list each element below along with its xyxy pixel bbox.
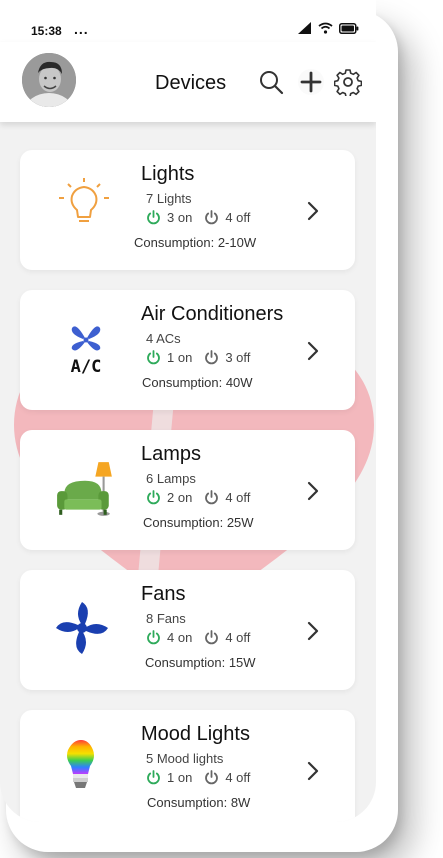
chevron-right-icon[interactable]: [305, 760, 321, 782]
device-name: Mood Lights: [141, 723, 250, 745]
chevron-right-icon[interactable]: [305, 340, 321, 362]
device-name: Fans: [141, 583, 186, 605]
page-title: Devices: [155, 72, 227, 94]
status-icons: [298, 22, 359, 34]
power-off-icon: [205, 210, 219, 225]
fan-icon: [56, 602, 108, 654]
status-time: 15:38: [31, 24, 62, 38]
add-icon[interactable]: [297, 68, 325, 96]
power-off-icon: [205, 490, 219, 505]
power-on-icon: [147, 770, 160, 785]
power-off-icon: [205, 770, 219, 785]
off-count: 4 off: [225, 490, 251, 505]
device-name: Lights: [141, 163, 195, 185]
device-card-fans[interactable]: Fans 8 Fans 4 on 4 off Consumption: 15W: [20, 570, 355, 690]
device-status: 2 on 4 off: [146, 490, 250, 505]
device-count: 7 Lights: [146, 191, 192, 206]
chevron-right-icon[interactable]: [305, 620, 321, 642]
rainbow-bulb-icon: [67, 740, 94, 788]
device-consumption: Consumption: 40W: [142, 375, 253, 390]
wifi-icon: [318, 22, 333, 34]
device-consumption: Consumption: 15W: [145, 655, 256, 670]
device-name: Lamps: [141, 443, 202, 465]
device-status: 1 on 3 off: [146, 350, 250, 365]
chevron-right-icon[interactable]: [305, 480, 321, 502]
on-count: 1 on: [167, 770, 193, 785]
device-status: 1 on 4 off: [146, 770, 250, 785]
off-count: 4 off: [225, 210, 251, 225]
on-count: 3 on: [167, 210, 193, 225]
device-card-lights[interactable]: Lights 7 Lights 3 on 4 off Consumption: …: [20, 150, 355, 270]
power-on-icon: [147, 210, 160, 225]
device-card-lamps[interactable]: Lamps 6 Lamps 2 on 4 off Consumption: 25…: [20, 430, 355, 550]
on-count: 1 on: [167, 350, 193, 365]
signal-icon: [298, 22, 311, 34]
lightbulb-icon: [59, 178, 109, 222]
device-count: 4 ACs: [146, 331, 181, 346]
phone-screen: 15:38 ... Devices Lights 7 Lights 3 on 4…: [0, 0, 376, 822]
device-consumption: Consumption: 2-10W: [134, 235, 257, 250]
power-on-icon: [147, 350, 160, 365]
power-on-icon: [147, 630, 160, 645]
off-count: 3 off: [225, 350, 251, 365]
ac-icon: A/C: [71, 326, 102, 377]
power-off-icon: [205, 350, 219, 365]
lamp-sofa-icon: [57, 462, 112, 516]
power-on-icon: [147, 490, 160, 505]
device-name: Air Conditioners: [141, 303, 284, 325]
off-count: 4 off: [225, 770, 251, 785]
user-photo-icon: [22, 53, 76, 107]
avatar[interactable]: [22, 53, 76, 107]
svg-text:A/C: A/C: [71, 357, 102, 377]
device-status: 4 on 4 off: [146, 630, 250, 645]
power-off-icon: [205, 630, 219, 645]
device-count: 5 Mood lights: [146, 751, 224, 766]
device-count: 8 Fans: [146, 611, 186, 626]
device-count: 6 Lamps: [146, 471, 196, 486]
on-count: 4 on: [167, 630, 193, 645]
off-count: 4 off: [225, 630, 251, 645]
search-icon[interactable]: [257, 68, 285, 96]
device-status: 3 on 4 off: [146, 210, 250, 225]
device-card-air-conditioners[interactable]: A/C Air Conditioners 4 ACs 1 on 3 off Co…: [20, 290, 355, 410]
device-card-mood-lights[interactable]: Mood Lights 5 Mood lights 1 on 4 off Con…: [20, 710, 355, 822]
status-dots: ...: [74, 21, 89, 37]
on-count: 2 on: [167, 490, 193, 505]
device-consumption: Consumption: 25W: [143, 515, 254, 530]
status-bar: 15:38 ...: [0, 0, 376, 42]
battery-icon: [339, 22, 359, 34]
app-header: Devices: [0, 42, 376, 122]
gear-icon[interactable]: [334, 68, 362, 96]
chevron-right-icon[interactable]: [305, 200, 321, 222]
device-consumption: Consumption: 8W: [147, 795, 251, 810]
